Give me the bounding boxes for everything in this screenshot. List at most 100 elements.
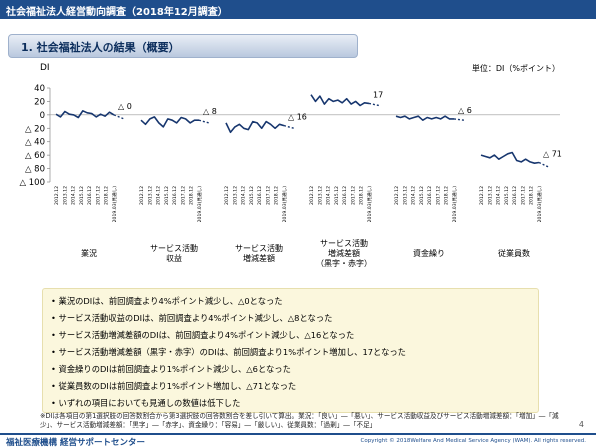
title-bar: 社会福祉法人経営動向調査（2018年12月調査） — [0, 0, 596, 19]
x-tick-label: 2016.12 — [172, 186, 178, 205]
y-tick-label: 40 — [34, 84, 45, 94]
x-tick-label: 2015.12 — [79, 186, 85, 205]
end-value-label: △ 0 — [118, 102, 132, 111]
x-tick-label: 2017.12 — [350, 186, 356, 205]
x-tick-label: 2014.12 — [156, 186, 162, 205]
x-tick-label: 2012.12 — [309, 186, 315, 205]
series-line-5 — [395, 115, 454, 122]
x-tick-label: 2013.12 — [62, 186, 68, 205]
x-tick-label: 2017.12 — [520, 186, 526, 205]
x-tick-label: 2013.12 — [402, 186, 408, 205]
forecast-segment-2 — [198, 119, 210, 124]
series-line-2 — [140, 116, 199, 128]
forecast-segment-4 — [368, 102, 380, 107]
summary-item: • サービス活動増減差額のDIは、前回調査より4%ポイント減少し、△16となった — [51, 330, 355, 340]
x-tick-label: 2019.03(見通し) — [196, 186, 203, 223]
x-tick-label: 2015.12 — [504, 186, 510, 205]
y-tick-label: 0 — [40, 111, 45, 121]
x-tick-label: 2018.12 — [444, 186, 450, 205]
forecast-segment-5 — [453, 118, 465, 121]
x-tick-label: 2014.12 — [496, 186, 502, 205]
summary-item: • サービス活動収益のDIは、前回調査より4%ポイント減少し、△8となった — [51, 313, 333, 323]
x-tick-label: 2018.12 — [104, 186, 110, 205]
panel-label: サービス活動 — [235, 243, 283, 253]
x-tick-label: 2016.12 — [427, 186, 433, 205]
copyright: Copyright © 2018Welfare And Medical Serv… — [360, 438, 586, 444]
x-tick-label: 2019.03(見通し) — [536, 186, 543, 223]
x-tick-label: 2014.12 — [241, 186, 247, 205]
end-value-label: △ 16 — [288, 113, 307, 122]
summary-item: • 業況のDIは、前回調査より4%ポイント減少し、△0となった — [51, 296, 283, 306]
x-tick-label: 2014.12 — [71, 186, 77, 205]
x-tick-label: 2016.12 — [257, 186, 263, 205]
footer-divider — [0, 433, 596, 435]
footnote: ※DIは各項目の第1選択肢の回答数割合から第3選択肢の回答数割合を差し引いて算出… — [40, 412, 559, 429]
panel-label: 増減差額 — [243, 253, 275, 263]
x-tick-label: 2012.12 — [394, 186, 400, 205]
panel-label: 従業員数 — [498, 248, 530, 258]
y-tick-label: △ 40 — [25, 138, 45, 148]
y-tick-label: △ 100 — [20, 178, 45, 188]
end-value-label: 17 — [373, 90, 383, 99]
x-tick-label: 2018.12 — [359, 186, 365, 205]
summary-item: • サービス活動増減差額（黒字・赤字）のDIは、前回調査より1%ポイント増加し、… — [51, 347, 406, 357]
forecast-segment-6 — [538, 161, 550, 168]
series-line-4 — [310, 94, 370, 107]
x-tick-label: 2017.12 — [95, 186, 101, 205]
y-tick-label: 20 — [34, 97, 45, 107]
panel-label: サービス活動 — [320, 238, 368, 248]
panel-label: 資金繰り — [413, 248, 445, 258]
panel-label: 業況 — [81, 248, 97, 258]
x-tick-label: 2017.12 — [180, 186, 186, 205]
panel-label: サービス活動 — [150, 243, 198, 253]
x-tick-label: 2013.12 — [317, 186, 323, 205]
forecast-segment-3 — [283, 124, 295, 129]
section-title: 1. 社会福祉法人の結果（概要） — [21, 41, 180, 54]
summary-box: • 業況のDIは、前回調査より4%ポイント減少し、△0となった • サービス活動… — [42, 288, 539, 413]
x-tick-label: 2016.12 — [512, 186, 518, 205]
x-tick-label: 2017.12 — [265, 186, 271, 205]
panel-label: 収益 — [166, 253, 182, 263]
x-tick-label: 2013.12 — [487, 186, 493, 205]
summary-item: • いずれの項目においても見通しの数値は低下した — [51, 398, 241, 408]
panel-label: （黒字・赤字） — [316, 258, 372, 268]
page-title: 社会福祉法人経営動向調査（2018年12月調査） — [6, 7, 228, 18]
panel-label: 増減差額 — [328, 248, 360, 258]
x-tick-label: 2018.12 — [189, 186, 195, 205]
y-tick-label: △ 60 — [25, 151, 45, 161]
x-tick-label: 2015.12 — [334, 186, 340, 205]
x-tick-label: 2019.03(見通し) — [451, 186, 458, 223]
series-line-6 — [480, 151, 540, 164]
forecast-segment-1 — [113, 114, 125, 120]
x-tick-label: 2018.12 — [274, 186, 280, 205]
x-tick-label: 2019.03(見通し) — [366, 186, 373, 223]
di-chart: 40200△ 20△ 40△ 60△ 80△ 100△ 02012.12 2013… — [20, 84, 562, 268]
y-tick-label: △ 80 — [25, 165, 45, 175]
x-tick-label: 2017.12 — [435, 186, 441, 205]
x-tick-label: 2019.03(見通し) — [111, 186, 118, 223]
summary-item: • 従業員数のDIは前回調査より1%ポイント増加し、△71となった — [51, 381, 297, 391]
footer-org: 福祉医療機構 経営サポートセンター — [6, 438, 145, 448]
page-number: 4 — [578, 420, 584, 429]
x-tick-label: 2012.12 — [139, 186, 145, 205]
x-tick-label: 2012.12 — [224, 186, 230, 205]
x-tick-label: 2014.12 — [411, 186, 417, 205]
x-tick-label: 2019.03(見通し) — [281, 186, 288, 223]
y-tick-label: △ 20 — [25, 124, 45, 134]
x-tick-label: 2013.12 — [232, 186, 238, 205]
x-tick-label: 2016.12 — [342, 186, 348, 205]
end-value-label: △ 8 — [203, 107, 217, 116]
end-value-label: △ 71 — [543, 150, 562, 159]
x-tick-label: 2013.12 — [147, 186, 153, 205]
x-tick-label: 2015.12 — [249, 186, 255, 205]
x-tick-label: 2015.12 — [164, 186, 170, 205]
series-line-1 — [55, 109, 115, 119]
x-tick-label: 2014.12 — [326, 186, 332, 205]
x-tick-label: 2018.12 — [529, 186, 535, 205]
x-tick-label: 2012.12 — [54, 186, 60, 205]
x-tick-label: 2012.12 — [479, 186, 485, 205]
end-value-label: △ 6 — [458, 106, 472, 115]
section-header: 1. 社会福祉法人の結果（概要） — [8, 34, 358, 58]
x-tick-label: 2016.12 — [87, 186, 93, 205]
series-line-3 — [225, 120, 285, 134]
